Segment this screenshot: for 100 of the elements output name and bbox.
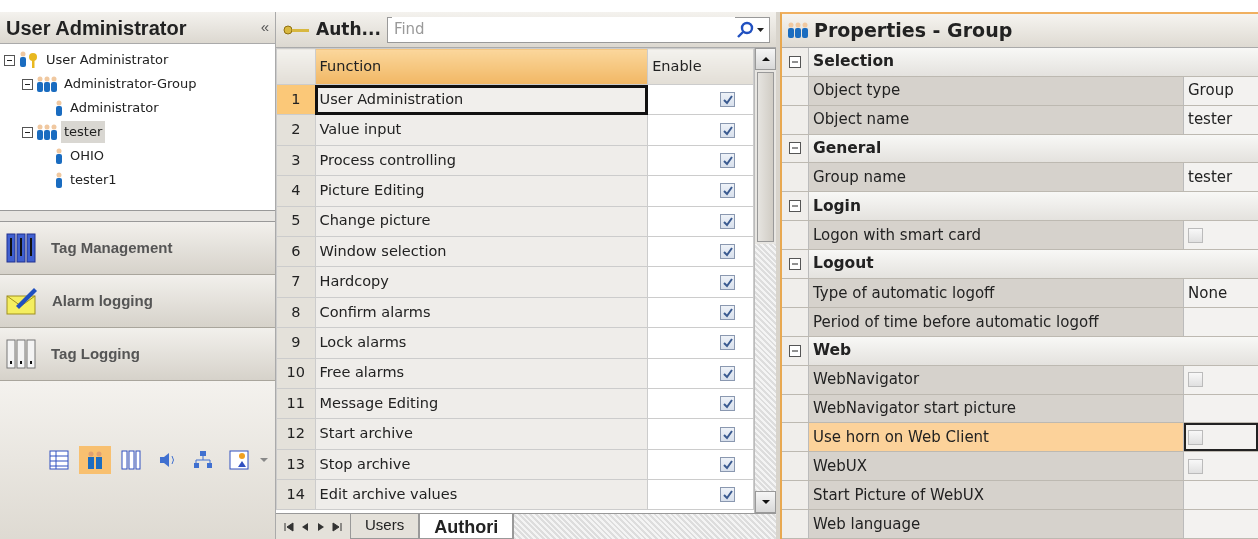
row-number: 2 [276,114,316,146]
value-cell[interactable] [1184,365,1258,394]
sheet-tab[interactable]: Users [350,514,420,539]
row-number: 4 [276,175,316,207]
value-cell[interactable] [1184,452,1258,481]
checkbox[interactable] [1188,227,1203,243]
checkbox[interactable] [720,244,735,260]
value-cell[interactable] [1184,510,1258,538]
collapse-toggle[interactable] [789,344,801,357]
users-icon [85,450,105,470]
value-cell[interactable]: Group [1184,76,1258,105]
value-cell[interactable] [1184,221,1258,250]
row-number: 5 [276,206,316,237]
tree-item[interactable]: tester1 [67,169,120,191]
checkbox[interactable] [720,365,735,381]
property-label: Object type [808,76,1184,105]
collapse-toggle[interactable] [789,258,801,271]
user-icon [55,147,63,165]
toolbar-button[interactable] [79,446,111,474]
tree-item[interactable]: Administrator [67,97,162,119]
first-page-icon [284,521,294,532]
property-label: Object name [808,105,1184,134]
checkbox[interactable] [720,457,735,472]
row-number: 7 [276,266,316,298]
row-number: 1 [276,84,316,115]
collapse-toggle[interactable] [789,142,801,155]
sheet-tab[interactable]: Authori [419,514,514,539]
collapse-toggle[interactable] [4,54,15,66]
search-field[interactable]: Find [386,16,770,43]
property-label: Group name [808,163,1184,192]
tree-item[interactable]: User Administrator [43,49,172,71]
panel-title: Auth... [316,17,381,41]
checkbox[interactable] [720,274,735,290]
collapse-toggle[interactable] [789,55,801,68]
tree-item[interactable]: tester [61,121,106,143]
section-header: Web [808,336,1258,365]
value-cell[interactable]: tester [1184,105,1258,134]
user-icon [55,171,63,189]
property-label: Use horn on Web Client [808,423,1184,452]
splitter-handle[interactable] [0,210,275,222]
row-number: 11 [276,388,316,419]
checkbox[interactable] [720,92,735,108]
chart-icon [229,450,249,470]
table-cell: Window selection [315,236,648,267]
collapse-toggle[interactable] [789,200,801,213]
row-number: 9 [276,327,316,358]
checkbox[interactable] [720,122,735,138]
row-number: 13 [276,449,316,480]
checkbox[interactable] [720,213,735,229]
row-number: 6 [276,236,316,267]
collapse-toggle[interactable] [22,78,33,90]
table-cell: Value input [315,114,648,146]
row-number: 12 [276,418,316,450]
up-arrow-icon [760,56,771,62]
scroll-up-button[interactable] [755,48,776,70]
value-cell[interactable] [1184,394,1258,423]
checkbox[interactable] [720,305,735,321]
table-icon [49,450,69,470]
scroll-down-button[interactable] [755,491,776,513]
tree-item[interactable]: OHIO [67,145,108,167]
table-cell: Lock alarms [315,327,648,358]
value-cell[interactable] [1184,481,1258,510]
value-cell[interactable]: None [1184,279,1258,307]
horizontal-scrollbar[interactable] [513,514,776,539]
value-cell[interactable] [1184,307,1258,336]
checkbox[interactable] [720,183,735,199]
section-header: General [808,134,1258,163]
checkbox[interactable] [1188,429,1203,445]
property-label: Type of automatic logoff [808,279,1184,307]
group-icon [37,123,57,141]
column-header[interactable]: Enable [647,48,754,85]
checkbox[interactable] [720,335,735,351]
table-cell: Change picture [315,206,648,237]
nav-button[interactable]: Tag Management [0,222,275,275]
collapse-button[interactable]: « [260,16,269,39]
column-header[interactable]: Function [315,48,648,85]
property-label: WebNavigator start picture [808,394,1184,423]
checkbox[interactable] [1188,372,1203,388]
table-cell: Message Editing [315,388,648,419]
row-number: 10 [276,358,316,389]
checkbox[interactable] [720,153,735,169]
checkbox[interactable] [720,487,735,503]
table-cell: Confirm alarms [315,297,648,328]
checkbox[interactable] [1188,458,1203,474]
tree-item[interactable]: Administrator-Group [61,73,200,95]
checkbox[interactable] [720,426,735,442]
property-label: Logon with smart card [808,221,1184,250]
collapse-toggle[interactable] [22,126,33,138]
checkbox[interactable] [720,396,735,412]
nav-button[interactable]: Tag Logging [0,328,275,381]
user-key-icon [19,51,39,69]
property-label: Period of time before automatic logoff [808,307,1184,336]
row-number: 8 [276,297,316,328]
speaker-icon [157,450,177,470]
value-cell[interactable]: tester [1184,163,1258,192]
value-cell[interactable] [1184,423,1258,452]
nav-button[interactable]: Alarm logging [0,275,275,328]
section-header: Selection [808,47,1258,76]
scrollbar-thumb[interactable] [757,72,774,242]
panel-title: User Administrator [6,15,187,41]
